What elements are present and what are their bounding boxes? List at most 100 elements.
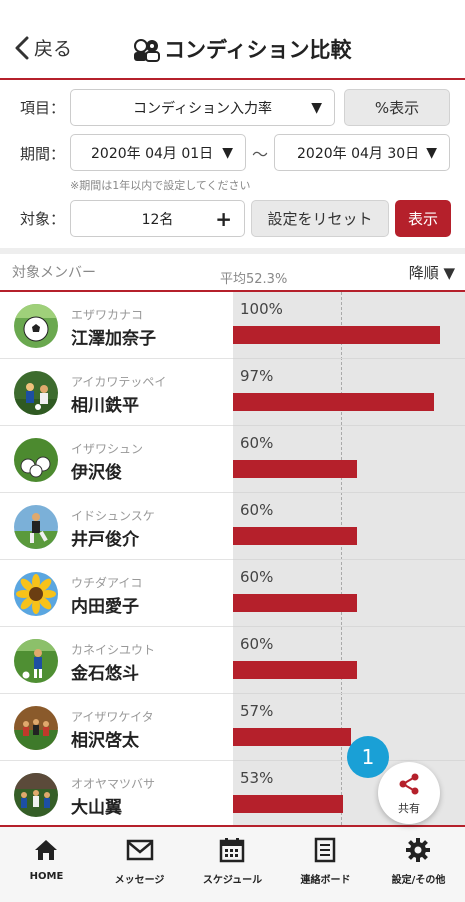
member-list: エザワカナコ 江澤加奈子 100% アイカワテッペイ 相川鉄平 97% イザワシュン 伊沢俊 6…: [0, 292, 465, 825]
member-bar: [233, 460, 357, 478]
tab-settings-label: 設定/その他: [391, 875, 446, 886]
share-button[interactable]: 共有: [378, 762, 440, 824]
share-icon: [399, 773, 419, 795]
avatar: [14, 773, 58, 817]
caret-down-icon: ▼: [426, 144, 437, 161]
member-bar: [233, 326, 440, 344]
tab-board[interactable]: 連絡ボード: [279, 827, 372, 902]
member-kana: アイザワケイタ: [71, 710, 154, 724]
period-label: 期間：: [20, 145, 66, 163]
member-info: アイザワケイタ相沢啓太: [0, 694, 233, 761]
tab-schedule[interactable]: スケジュール: [186, 827, 279, 902]
bottom-tab-bar: HOME メッセージ スケジュール 連絡ボード 設定/その他: [0, 825, 465, 902]
member-info: アイカワテッペイ相川鉄平: [0, 359, 233, 426]
tab-board-label: 連絡ボード: [300, 875, 351, 886]
gear-icon: [406, 838, 430, 862]
list-item[interactable]: イザワシュン 伊沢俊 60%: [0, 426, 465, 493]
home-icon: [35, 840, 57, 860]
tab-settings[interactable]: 設定/その他: [372, 827, 465, 902]
list-item[interactable]: イドシュンスケ井戸俊介 60%: [0, 493, 465, 560]
back-label: 戻る: [34, 38, 73, 60]
avatar: [14, 371, 58, 415]
member-bar: [233, 661, 357, 679]
tab-message[interactable]: メッセージ: [93, 827, 186, 902]
member-name: 伊沢俊: [71, 463, 122, 483]
board-icon: [314, 837, 336, 863]
item-select[interactable]: コンディション入力率 ▼: [70, 89, 335, 126]
show-button[interactable]: 表示: [395, 200, 451, 237]
avatar: [14, 438, 58, 482]
member-percent: 97%: [240, 367, 274, 385]
target-value: 12名: [141, 211, 174, 228]
member-percent: 60%: [240, 568, 274, 586]
page-title: コンディション比較: [132, 34, 352, 64]
tab-schedule-label: スケジュール: [202, 875, 263, 886]
calendar-icon: [219, 838, 245, 863]
member-kana: イドシュンスケ: [71, 509, 155, 523]
date-from-value: 2020年 04月 01日: [91, 145, 214, 162]
list-item[interactable]: アイザワケイタ相沢啓太 57%: [0, 694, 465, 761]
list-header: 対象メンバー 平均52.3% 降順 ▼: [0, 254, 465, 292]
member-kana: オオヤマツバサ: [71, 777, 156, 791]
member-info: イザワシュン 伊沢俊: [0, 426, 233, 493]
percent-display-button[interactable]: %表示: [344, 89, 450, 126]
date-to-value: 2020年 04月 30日: [297, 145, 420, 162]
member-kana: エザワカナコ: [71, 308, 144, 322]
member-info: エザワカナコ江澤加奈子: [0, 292, 233, 359]
title-text: コンディション比較: [164, 38, 352, 62]
member-name: 相沢啓太: [71, 731, 139, 751]
tab-message-label: メッセージ: [114, 875, 165, 886]
item-select-value: コンディション入力率: [132, 100, 273, 117]
member-name: 金石悠斗: [71, 664, 139, 684]
date-from-select[interactable]: 2020年 04月 01日 ▼: [70, 134, 246, 171]
avatar: [14, 706, 58, 750]
reset-button[interactable]: 設定をリセット: [251, 200, 389, 237]
member-bar: [233, 527, 357, 545]
member-name: 大山翼: [71, 798, 122, 818]
member-percent: 60%: [240, 434, 274, 452]
member-bar: [233, 393, 434, 411]
notification-badge: 1: [347, 736, 389, 778]
caret-down-icon: ▼: [311, 99, 322, 116]
share-label: 共有: [398, 802, 420, 815]
member-name: 相川鉄平: [71, 396, 139, 416]
date-to-select[interactable]: 2020年 04月 30日 ▼: [274, 134, 450, 171]
member-percent: 60%: [240, 635, 274, 653]
member-bar: [233, 594, 357, 612]
plus-icon: +: [215, 206, 232, 231]
member-kana: ウチダアイコ: [71, 576, 143, 590]
member-column-label: 対象メンバー: [12, 265, 96, 281]
member-percent: 53%: [240, 769, 274, 787]
member-info: ウチダアイコ 内田愛子: [0, 560, 233, 627]
member-name: 井戸俊介: [71, 530, 139, 550]
app-header: 戻る コンディション比較: [0, 0, 465, 80]
list-item[interactable]: ウチダアイコ 内田愛子 60%: [0, 560, 465, 627]
range-tilde: 〜: [252, 145, 269, 164]
member-bar: [233, 728, 351, 746]
member-info: カネイシユウト 金石悠斗: [0, 627, 233, 694]
member-info: イドシュンスケ井戸俊介: [0, 493, 233, 560]
list-item[interactable]: アイカワテッペイ相川鉄平 97%: [0, 359, 465, 426]
list-item[interactable]: カネイシユウト 金石悠斗 60%: [0, 627, 465, 694]
period-note: ※期間は1年以内で設定してください: [70, 179, 251, 192]
sort-order-toggle[interactable]: 降順 ▼: [409, 262, 455, 283]
member-name: 江澤加奈子: [71, 329, 156, 349]
people-compare-icon: [134, 39, 160, 62]
tab-home-label: HOME: [29, 871, 64, 882]
member-info: オオヤマツバサ大山翼: [0, 761, 233, 825]
target-select[interactable]: 12名 +: [70, 200, 245, 237]
tab-home[interactable]: HOME: [0, 827, 93, 902]
avatar: [14, 304, 58, 348]
avatar: [14, 572, 58, 616]
list-item[interactable]: エザワカナコ 江澤加奈子 100%: [0, 292, 465, 359]
chevron-left-icon: [15, 36, 29, 59]
member-percent: 57%: [240, 702, 274, 720]
member-percent: 60%: [240, 501, 274, 519]
back-button[interactable]: 戻る: [14, 34, 72, 61]
member-bar: [233, 795, 343, 813]
item-label: 項目：: [20, 99, 66, 117]
average-label: 平均52.3%: [220, 272, 288, 287]
caret-down-icon: ▼: [222, 144, 233, 161]
avatar: [14, 505, 58, 549]
member-kana: アイカワテッペイ: [71, 375, 167, 389]
